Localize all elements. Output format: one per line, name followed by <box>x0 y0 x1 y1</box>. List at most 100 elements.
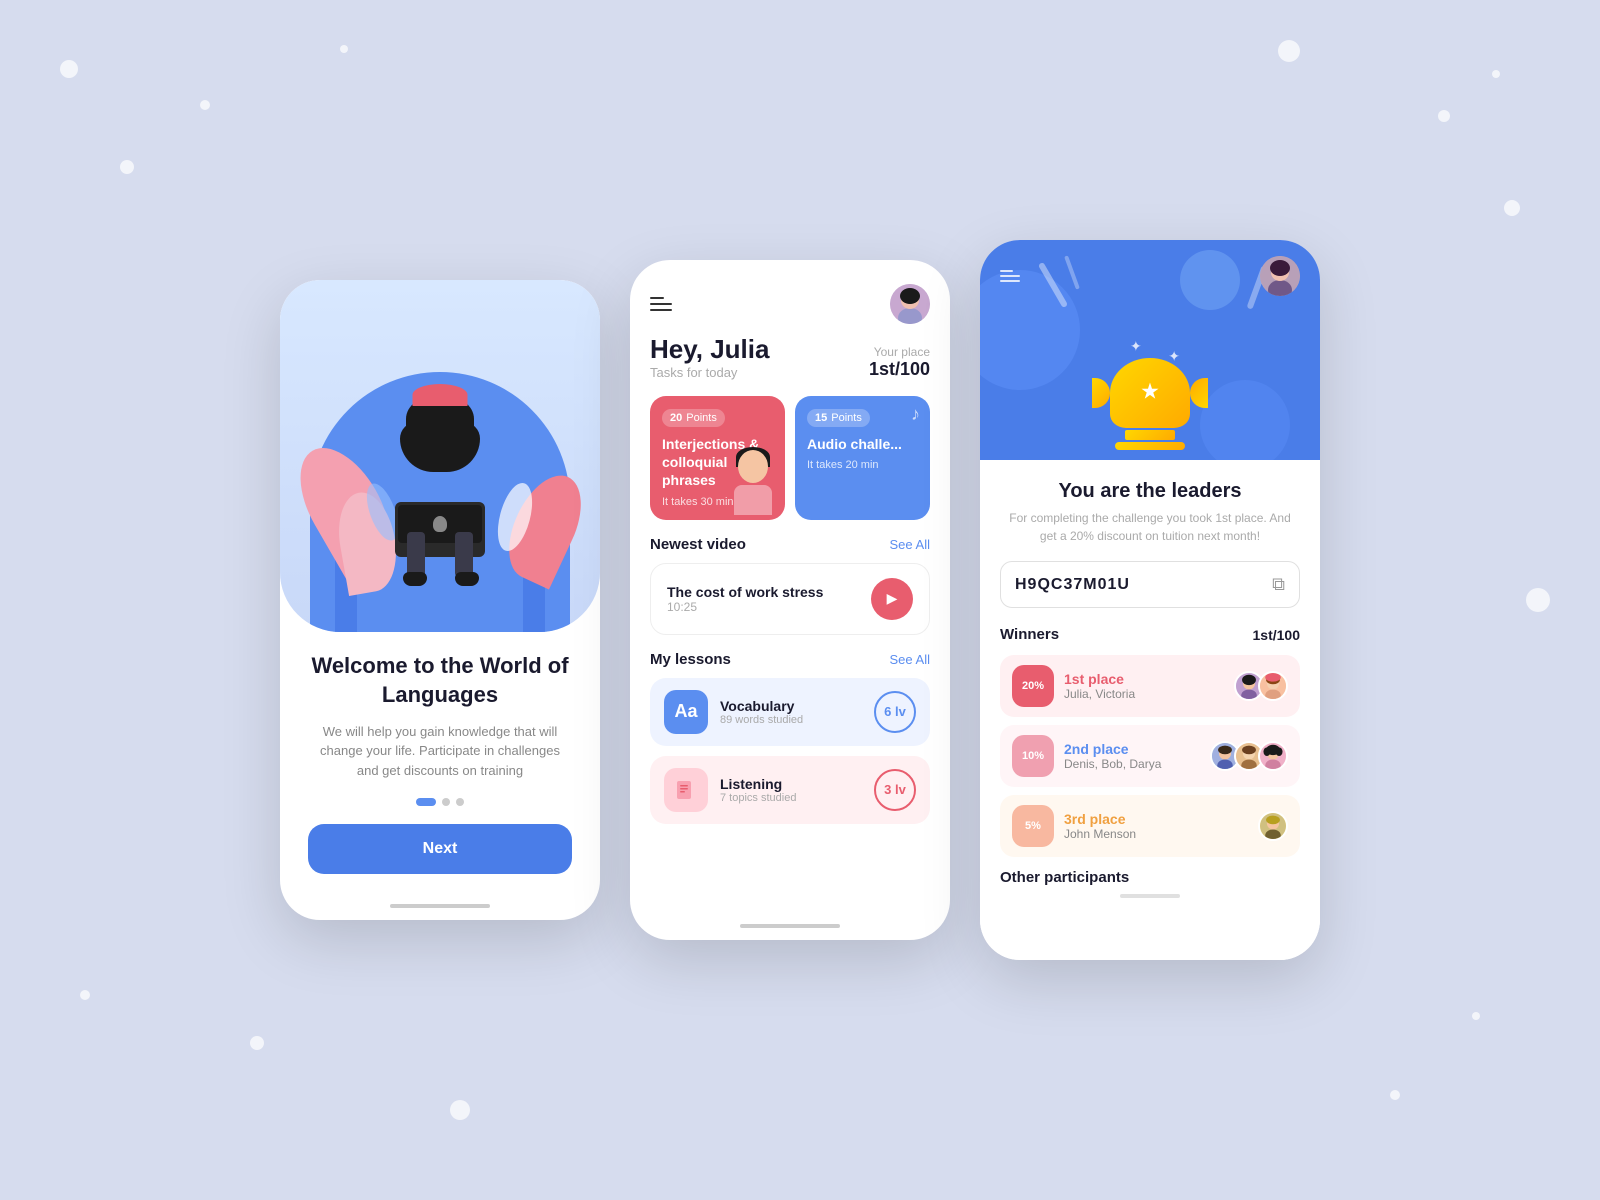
p3-user-avatar[interactable] <box>1260 256 1300 296</box>
char-leg-right <box>455 532 473 577</box>
badge-3rd: 5% <box>1012 805 1054 847</box>
other-participants-label: Other participants <box>1000 869 1300 886</box>
bottom-bar-2 <box>740 924 840 928</box>
character-illustration <box>375 402 505 602</box>
lesson-2-name: Listening <box>720 776 796 792</box>
avatar-darya <box>1258 741 1288 771</box>
lesson-1-info: Vocabulary 89 words studied <box>720 698 803 726</box>
p3-menu-icon[interactable] <box>1000 270 1020 282</box>
hline-1 <box>650 297 664 299</box>
lessons-section-header: My lessons See All <box>630 651 950 678</box>
hline-2 <box>650 303 672 305</box>
lesson-card-2[interactable]: 15 Points ♪ Audio challe... It takes 20 … <box>795 396 930 520</box>
p3-hline-2 <box>1000 275 1020 277</box>
winner-3-info: 3rd place John Menson <box>1064 811 1258 841</box>
lesson-item-1[interactable]: Aa Vocabulary 89 words studied 6 lv <box>650 678 930 746</box>
menu-icon[interactable] <box>650 297 672 311</box>
lessons-see-all[interactable]: See All <box>890 652 930 667</box>
lesson-cards: 20 Points Interjections & colloquial phr… <box>630 396 950 536</box>
lesson-2-sub: 7 topics studied <box>720 792 796 804</box>
lesson-card-1[interactable]: 20 Points Interjections & colloquial phr… <box>650 396 785 520</box>
video-section-title: Newest video <box>650 536 746 553</box>
onboarding-title: Welcome to the World of Languages <box>308 652 572 709</box>
promo-code-value: H9QC37M01U <box>1015 576 1130 594</box>
card-1-illustration <box>725 450 780 515</box>
play-button[interactable]: ▶ <box>871 578 913 620</box>
phone-onboarding: Welcome to the World of Languages We wil… <box>280 280 600 920</box>
lesson-1-left: Aa Vocabulary 89 words studied <box>664 690 874 734</box>
lesson-2-info: Listening 7 topics studied <box>720 776 796 804</box>
onboarding-subtitle: We will help you gain knowledge that wil… <box>308 722 572 781</box>
hline-3 <box>650 309 672 311</box>
trophy-star: ★ <box>1140 379 1160 405</box>
p3-hline-1 <box>1000 270 1013 272</box>
trophy-cup: ★ <box>1110 358 1190 428</box>
promo-code-box[interactable]: H9QC37M01U ⧉ <box>1000 561 1300 608</box>
video-section-header: Newest video See All <box>630 536 950 563</box>
hero-area: ✦ ✦ ✦ ★ <box>980 240 1320 460</box>
copy-icon[interactable]: ⧉ <box>1272 574 1285 595</box>
phone-dashboard: Hey, Julia Tasks for today Your place 1s… <box>630 260 950 940</box>
video-see-all[interactable]: See All <box>890 537 930 552</box>
phone-leaders: ✦ ✦ ✦ ★ You are the leaders For completi… <box>980 240 1320 960</box>
p3-hline-3 <box>1000 280 1020 282</box>
avatar-victoria <box>1258 671 1288 701</box>
place-value: 1st/100 <box>869 359 930 380</box>
pagination-dot-3 <box>456 798 464 806</box>
next-button[interactable]: Next <box>308 824 572 874</box>
trophy-pedestal <box>1115 442 1185 450</box>
char-leg-left <box>407 532 425 577</box>
greeting-name: Hey, Julia <box>650 334 769 365</box>
winner-row-2: 10% 2nd place Denis, Bob, Darya <box>1000 725 1300 787</box>
card-1-points: 20 Points <box>662 409 725 427</box>
card-1-points-num: 20 <box>670 412 682 424</box>
winner-2-names: Denis, Bob, Darya <box>1064 757 1210 771</box>
pagination-dot-2 <box>442 798 450 806</box>
winner-1-info: 1st place Julia, Victoria <box>1064 671 1234 701</box>
card-2-title: Audio challe... <box>807 435 918 453</box>
illustration-area <box>280 280 600 632</box>
lesson-1-sub: 89 words studied <box>720 714 803 726</box>
badge-1st: 20% <box>1012 665 1054 707</box>
bottom-bar-3 <box>1120 894 1180 898</box>
winner-1-place: 1st place <box>1064 671 1234 687</box>
pagination-dot-1 <box>416 798 436 806</box>
vocabulary-icon: Aa <box>664 690 708 734</box>
bottom-bar <box>390 904 490 908</box>
winners-header: Winners 1st/100 <box>1000 626 1300 643</box>
trophy-base <box>1125 430 1175 440</box>
trophy-illustration: ✦ ✦ ✦ ★ <box>1110 358 1190 450</box>
lesson-2-level: 3 lv <box>874 769 916 811</box>
winner-1-names: Julia, Victoria <box>1064 687 1234 701</box>
video-duration: 10:25 <box>667 600 823 614</box>
p3-topbar <box>1000 256 1300 296</box>
listening-icon <box>664 768 708 812</box>
video-card[interactable]: The cost of work stress 10:25 ▶ <box>650 563 930 635</box>
greeting-right: Your place 1st/100 <box>869 345 930 380</box>
card-1-points-label: Points <box>686 412 717 424</box>
video-info: The cost of work stress 10:25 <box>667 584 823 614</box>
your-place-label: Your place <box>869 345 930 359</box>
leaders-title: You are the leaders <box>1000 480 1300 503</box>
winners-place: 1st/100 <box>1253 627 1300 643</box>
onboarding-content: Welcome to the World of Languages We wil… <box>280 632 600 894</box>
char-shoe-left <box>403 572 427 586</box>
card-2-points-label: Points <box>831 412 862 424</box>
leaders-content: You are the leaders For completing the c… <box>980 460 1320 960</box>
winner-3-avatars <box>1258 811 1288 841</box>
lesson-1-name: Vocabulary <box>720 698 803 714</box>
music-note-icon: ♪ <box>911 404 920 425</box>
lessons-section-title: My lessons <box>650 651 731 668</box>
lesson-1-level: 6 lv <box>874 691 916 733</box>
laptop-logo <box>433 516 447 532</box>
pagination <box>416 798 464 806</box>
leaders-subtitle: For completing the challenge you took 1s… <box>1000 509 1300 545</box>
card-2-time: It takes 20 min <box>807 459 918 471</box>
winner-2-place: 2nd place <box>1064 741 1210 757</box>
tasks-label: Tasks for today <box>650 365 769 380</box>
sparkle-1: ✦ <box>1130 338 1142 355</box>
video-title: The cost of work stress <box>667 584 823 600</box>
lesson-item-2[interactable]: Listening 7 topics studied 3 lv <box>650 756 930 824</box>
winner-3-names: John Menson <box>1064 827 1258 841</box>
user-avatar[interactable] <box>890 284 930 324</box>
